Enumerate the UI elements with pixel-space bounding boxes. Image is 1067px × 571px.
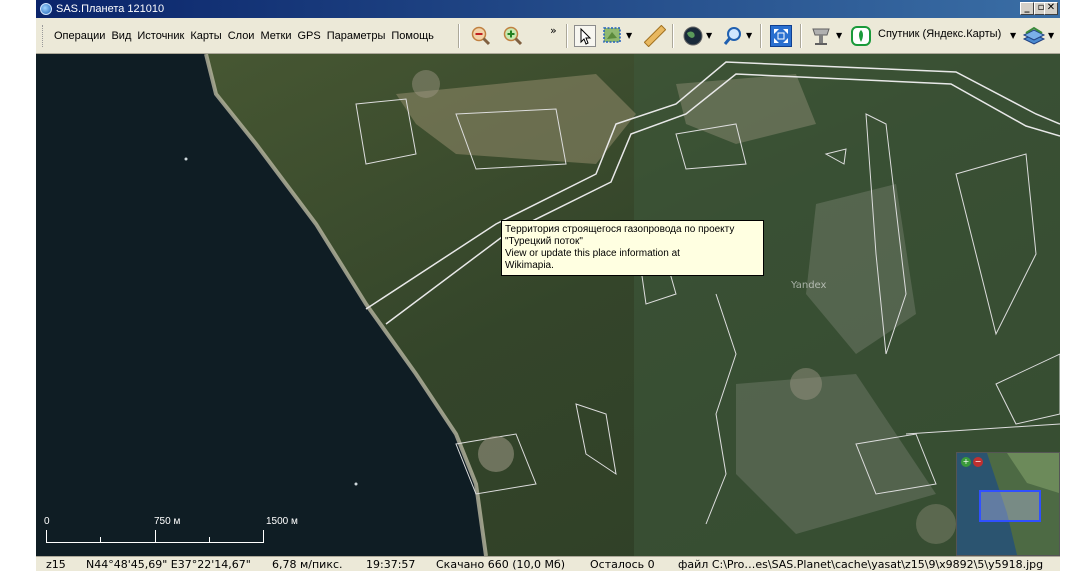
status-file-path: файл C:\Pro…es\SAS.Planet\cache\yasat\z1… <box>678 558 1044 571</box>
menu-grip[interactable] <box>42 25 45 47</box>
chevron-down-icon[interactable]: ▼ <box>1048 31 1054 40</box>
pointer-icon[interactable] <box>574 25 596 47</box>
globe-icon[interactable] <box>682 25 704 47</box>
gps-satellite-icon[interactable] <box>810 25 832 47</box>
menu-gps[interactable]: GPS <box>295 18 324 54</box>
window-title: SAS.Планета 121010 <box>56 3 165 15</box>
toolbar-overflow-button[interactable]: » <box>550 24 557 37</box>
mini-map-viewport[interactable] <box>979 490 1041 522</box>
tooltip-line: View or update this place information at <box>505 248 680 259</box>
scale-tick <box>209 537 210 543</box>
toolbar-separator <box>800 24 802 48</box>
scale-label-end: 1500 м <box>266 516 298 527</box>
status-time: 19:37:57 <box>366 558 416 571</box>
map-view[interactable]: Yandex Территория строящегося газопровод… <box>36 54 1060 556</box>
chevron-down-icon[interactable]: ▼ <box>746 31 752 40</box>
menu-layers[interactable]: Слои <box>225 18 258 54</box>
close-button[interactable]: ✕ <box>1044 2 1058 15</box>
status-coordinates: N44°48'45,69" E37°22'14,67" <box>86 558 251 571</box>
menu-settings[interactable]: Параметры <box>324 18 389 54</box>
selection-icon[interactable] <box>602 25 624 47</box>
status-resolution: 6,78 м/пикс. <box>272 558 343 571</box>
layers-icon[interactable] <box>1022 25 1046 47</box>
scale-tick <box>100 537 101 543</box>
menu-source[interactable]: Источник <box>134 18 187 54</box>
chevron-down-icon[interactable]: ▼ <box>836 31 842 40</box>
scale-tick <box>46 530 47 543</box>
map-watermark: Yandex <box>791 280 827 291</box>
status-remaining: Осталось 0 <box>590 558 655 571</box>
mini-map[interactable]: + − <box>956 452 1060 556</box>
status-bar: z15 N44°48'45,69" E37°22'14,67" 6,78 м/п… <box>36 556 1060 571</box>
fullscreen-icon[interactable] <box>770 25 792 47</box>
tooltip-line: "Турецкий поток" <box>505 236 583 247</box>
menu-marks[interactable]: Метки <box>257 18 294 54</box>
toolbar-separator <box>672 24 674 48</box>
toolbar-separator <box>566 24 568 48</box>
title-bar: SAS.Планета 121010 _ ▫ ✕ <box>36 0 1060 18</box>
chevron-down-icon[interactable]: ▼ <box>1010 31 1016 40</box>
app-globe-icon <box>40 3 52 15</box>
toolbar: Операции Вид Источник Карты Слои Метки G… <box>36 18 1060 54</box>
tooltip-link[interactable]: Wikimapia. <box>505 260 760 272</box>
map-source-label[interactable]: Спутник (Яндекс.Карты) <box>878 28 1001 40</box>
search-icon[interactable] <box>722 25 744 47</box>
zoom-out-icon[interactable] <box>470 25 492 47</box>
toolbar-separator <box>760 24 762 48</box>
scale-tick <box>263 530 264 543</box>
menu-maps[interactable]: Карты <box>187 18 224 54</box>
menu-help[interactable]: Помощь <box>388 18 437 54</box>
status-downloaded: Скачано 660 (10,0 Мб) <box>436 558 566 571</box>
chevron-down-icon[interactable]: ▼ <box>706 31 712 40</box>
mini-map-zoom-in-button[interactable]: + <box>961 457 971 467</box>
status-zoom: z15 <box>46 558 66 571</box>
ruler-icon[interactable] <box>643 24 667 48</box>
zoom-in-icon[interactable] <box>502 25 524 47</box>
scale-label-start: 0 <box>44 516 50 527</box>
place-tooltip: Территория строящегося газопровода по пр… <box>501 220 764 276</box>
menu-operations[interactable]: Операции <box>51 18 108 54</box>
menu-bar: Операции Вид Источник Карты Слои Метки G… <box>42 18 437 54</box>
scale-label-mid: 750 м <box>154 516 181 527</box>
mini-map-zoom-out-button[interactable]: − <box>973 457 983 467</box>
tooltip-line: Территория строящегося газопровода по пр… <box>505 224 735 235</box>
menu-view[interactable]: Вид <box>108 18 134 54</box>
chevron-down-icon[interactable]: ▼ <box>626 31 632 40</box>
toolbar-separator <box>458 24 460 48</box>
minimize-button[interactable]: _ <box>1020 2 1034 15</box>
scale-bar: 0 750 м 1500 м <box>44 514 298 549</box>
satellite-imagery <box>36 54 1060 556</box>
scale-tick <box>155 530 156 543</box>
source-icon[interactable] <box>850 25 872 47</box>
